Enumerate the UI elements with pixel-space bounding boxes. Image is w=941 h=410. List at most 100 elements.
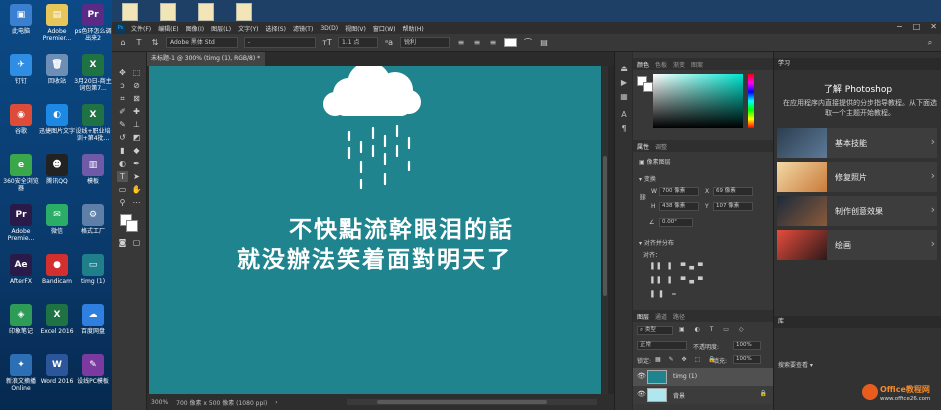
desktop-icon[interactable]: ☻ 腾讯QQ xyxy=(38,154,76,185)
desktop-icon[interactable]: ◈ 印象笔记 xyxy=(2,304,40,335)
tab-paths[interactable]: 路径 xyxy=(673,312,685,321)
desktop-icon[interactable]: X 设线+职业培训+第4批... xyxy=(74,104,112,142)
more-tools-icon[interactable]: ⋯ xyxy=(131,197,142,208)
blend-mode-select[interactable]: 正常 xyxy=(637,341,687,350)
desktop-icon[interactable]: ● Bandicam xyxy=(38,254,76,285)
eye-icon[interactable]: 👁 xyxy=(637,390,646,398)
tab-layers[interactable]: 图层 xyxy=(637,312,649,321)
history-brush-icon[interactable]: ↺ xyxy=(117,132,128,143)
tab-libraries[interactable]: 库 xyxy=(774,316,941,328)
layer-name[interactable]: 背景 xyxy=(673,391,685,400)
pen-tool-icon[interactable]: ✒ xyxy=(131,158,142,169)
horizontal-scrollbar[interactable] xyxy=(347,399,597,405)
desktop-icon[interactable]: ✦ 新浪文摘播 Online xyxy=(2,354,40,392)
menu-select[interactable]: 选择(S) xyxy=(265,24,286,33)
antialias-select[interactable]: 锐利 xyxy=(400,37,450,48)
desktop-icon[interactable]: Ae AfterFX xyxy=(2,254,40,285)
menu-file[interactable]: 文件(F) xyxy=(131,24,151,33)
swatches-icon[interactable]: ▦ xyxy=(619,92,629,102)
tab-channels[interactable]: 通道 xyxy=(655,312,667,321)
align-section[interactable]: ▾ 对齐并分布 xyxy=(639,238,674,247)
desktop-icon[interactable]: ☁ 百度网盘 xyxy=(74,304,112,335)
eyedropper-icon[interactable]: ✐ xyxy=(117,106,128,117)
tab-swatches[interactable]: 色板 xyxy=(655,60,667,69)
color-picker-field[interactable] xyxy=(653,74,743,128)
shape-tool-icon[interactable]: ▭ xyxy=(117,184,128,195)
zoom-tool-icon[interactable]: ⚲ xyxy=(117,197,128,208)
width-field[interactable]: 700 像素 xyxy=(659,187,699,196)
move-tool-icon[interactable]: ✥ xyxy=(117,67,128,78)
layer-name[interactable]: timg (1) xyxy=(673,373,697,380)
layer-filter-icons[interactable]: ▣ ◐ T ▭ ◇ xyxy=(679,326,747,333)
desktop-icon[interactable]: ▭ timg (1) xyxy=(74,254,112,285)
file-icon[interactable] xyxy=(198,3,214,21)
document-tab[interactable]: 未标题-1 @ 300% (timg (1), RGB/8) * ✕ xyxy=(147,52,265,76)
desktop-icon[interactable]: ▤ Adobe Premier... xyxy=(38,4,76,42)
marquee-tool-icon[interactable]: ⬚ xyxy=(131,67,142,78)
maximize-icon[interactable]: □ xyxy=(913,22,921,31)
healing-brush-icon[interactable]: ✚ xyxy=(131,106,142,117)
layer-row-background[interactable]: 👁 背景 🔒 xyxy=(633,386,773,404)
menu-layer[interactable]: 图层(L) xyxy=(211,24,231,33)
type-tool-icon[interactable]: T xyxy=(134,38,144,48)
library-search[interactable]: 搜索要查看 ▾ xyxy=(778,360,813,369)
type-tool-icon[interactable]: T xyxy=(117,171,128,182)
align-right-icon[interactable]: ≡ xyxy=(488,38,498,48)
align-center-icon[interactable]: ≡ xyxy=(472,38,482,48)
stamp-tool-icon[interactable]: ⊥ xyxy=(131,119,142,130)
layer-kind-filter[interactable]: ⌕ 类型 xyxy=(637,326,673,335)
lasso-tool-icon[interactable]: ↄ xyxy=(117,80,128,91)
learn-card-painting[interactable]: 绘画 › xyxy=(777,230,937,260)
desktop-icon[interactable]: ⚙ 格式工厂 xyxy=(74,204,112,235)
lock-icons[interactable]: ▦ ✎ ✥ ⬚ 🔒 xyxy=(655,356,719,363)
menu-edit[interactable]: 编辑(E) xyxy=(158,24,178,33)
menu-image[interactable]: 图像(I) xyxy=(186,24,204,33)
desktop-icon[interactable]: X 3月20日-商主词包第7... xyxy=(74,54,112,92)
screen-mode-icon[interactable]: ▢ xyxy=(131,237,142,248)
height-field[interactable]: 438 像素 xyxy=(659,202,699,211)
desktop-icon[interactable]: ✉ 微信 xyxy=(38,204,76,235)
menu-3d[interactable]: 3D(D) xyxy=(320,25,338,32)
learn-card-basic-skills[interactable]: 基本技能 › xyxy=(777,128,937,158)
crop-tool-icon[interactable]: ⌗ xyxy=(117,93,128,104)
x-field[interactable]: 69 像素 xyxy=(713,187,753,196)
document-canvas[interactable]: 不快點流幹眼泪的話 就没辦法笑着面對明天了 xyxy=(149,66,601,394)
quick-select-icon[interactable]: ⊘ xyxy=(131,80,142,91)
menu-view[interactable]: 视图(V) xyxy=(345,24,366,33)
align-left-icon[interactable]: ≡ xyxy=(456,38,466,48)
tab-adjustments[interactable]: 调整 xyxy=(655,142,667,151)
background-color-swatch[interactable] xyxy=(126,220,138,232)
desktop-icon[interactable]: Pr ps色环怎么调出来2 xyxy=(74,4,112,42)
tab-properties[interactable]: 属性 xyxy=(637,142,649,151)
path-select-icon[interactable]: ➤ xyxy=(131,171,142,182)
desktop-icon[interactable]: 🗑 回收站 xyxy=(38,54,76,85)
menu-window[interactable]: 窗口(W) xyxy=(373,24,396,33)
desktop-icon[interactable]: ▣ 此电脑 xyxy=(2,4,40,35)
font-style-select[interactable]: - xyxy=(244,37,316,48)
menu-type[interactable]: 文字(Y) xyxy=(238,24,258,33)
history-icon[interactable]: ⏏ xyxy=(619,64,629,74)
quick-mask-icon[interactable]: ◙ xyxy=(117,237,128,248)
blur-tool-icon[interactable]: ◆ xyxy=(131,145,142,156)
warp-text-icon[interactable]: ⌒ xyxy=(523,38,533,48)
fill-field[interactable]: 100% xyxy=(733,355,761,364)
brush-tool-icon[interactable]: ✎ xyxy=(117,119,128,130)
learn-card-fix-photo[interactable]: 修复照片 › xyxy=(777,162,937,192)
paragraph-icon[interactable]: ¶ xyxy=(619,124,629,134)
align-buttons[interactable]: ▐▌▐ ▀▄▀ xyxy=(649,263,707,270)
actions-icon[interactable]: ▶ xyxy=(619,78,629,88)
tab-learn[interactable]: 学习 xyxy=(774,58,941,70)
font-family-select[interactable]: Adobe 黑体 Std xyxy=(166,37,238,48)
layer-row-timg[interactable]: 👁 timg (1) xyxy=(633,368,773,386)
eraser-tool-icon[interactable]: ◩ xyxy=(131,132,142,143)
eye-icon[interactable]: 👁 xyxy=(637,372,646,380)
desktop-icon[interactable]: W Word 2016 xyxy=(38,354,76,385)
close-icon[interactable]: ✕ xyxy=(930,22,937,31)
tab-gradients[interactable]: 渐变 xyxy=(673,60,685,69)
desktop-icon[interactable]: ▥ 模板 xyxy=(74,154,112,185)
tab-color[interactable]: 颜色 xyxy=(637,60,649,69)
gradient-tool-icon[interactable]: ▮ xyxy=(117,145,128,156)
opacity-field[interactable]: 100% xyxy=(733,341,761,350)
distribute-buttons[interactable]: ▐▌▐ ▀▄▀ xyxy=(649,277,707,284)
desktop-icon[interactable]: ✈ 钉钉 xyxy=(2,54,40,85)
